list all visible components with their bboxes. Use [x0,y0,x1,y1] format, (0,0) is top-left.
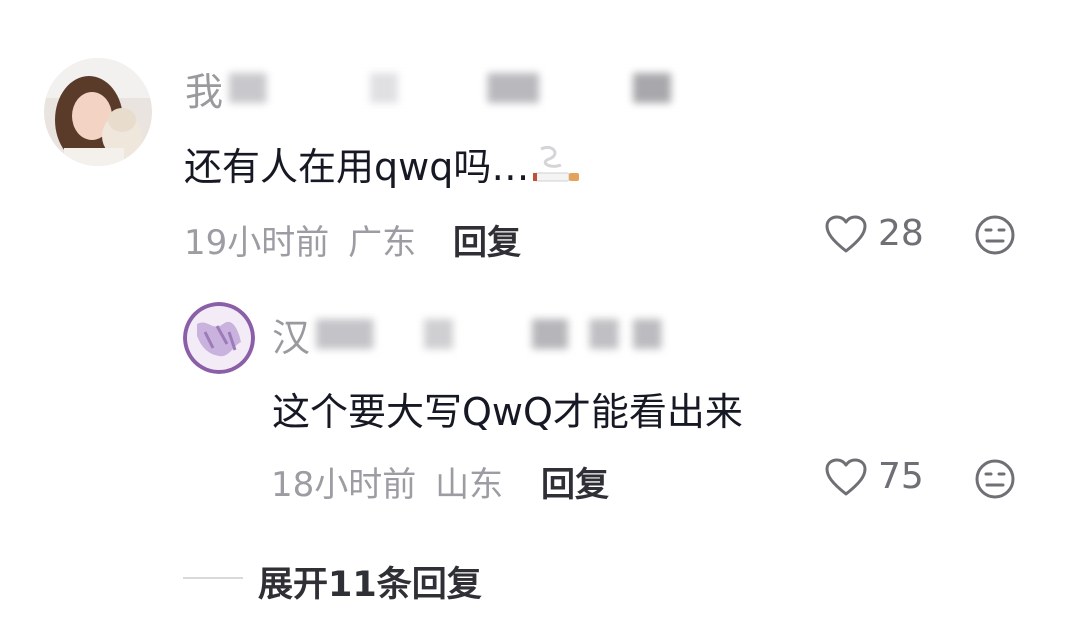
expand-divider [183,577,243,579]
like-count: 28 [878,213,924,254]
username-mosaic [229,73,700,103]
dislike-button[interactable] [974,214,1016,260]
username-first-char: 我 [185,69,224,114]
comment-time: 19小时前 [184,223,330,263]
username-mosaic [316,319,677,349]
reply-button[interactable]: 回复 [453,215,521,264]
expand-replies-button[interactable]: 展开11条回复 [258,556,482,607]
comment-meta: 18小时前 山东 [271,457,503,506]
heart-icon [825,215,867,252]
comment-meta: 19小时前 广东 [184,215,416,264]
comment-text: 这个要大写QwQ才能看出来 [272,390,743,434]
comment-text: 还有人在用qwq吗… [184,136,581,196]
cigarette-emoji [531,143,581,196]
username-first-char: 汉 [272,315,311,360]
comment-location: 山东 [435,465,504,505]
dislike-button[interactable] [974,458,1016,504]
comment-location: 广东 [348,223,417,263]
neutral-face-icon [975,215,1015,255]
comment-time: 18小时前 [271,465,417,505]
comment-text-body: 还有人在用qwq吗… [184,145,530,189]
like-count: 75 [878,456,924,497]
like-button[interactable]: 28 [824,213,924,254]
like-button[interactable]: 75 [824,456,924,497]
avatar[interactable] [44,58,152,166]
avatar[interactable] [183,302,255,374]
username[interactable]: 我 [185,66,700,114]
heart-icon [825,458,867,495]
username[interactable]: 汉 [272,312,677,360]
neutral-face-icon [975,459,1015,499]
reply-button[interactable]: 回复 [541,457,609,506]
